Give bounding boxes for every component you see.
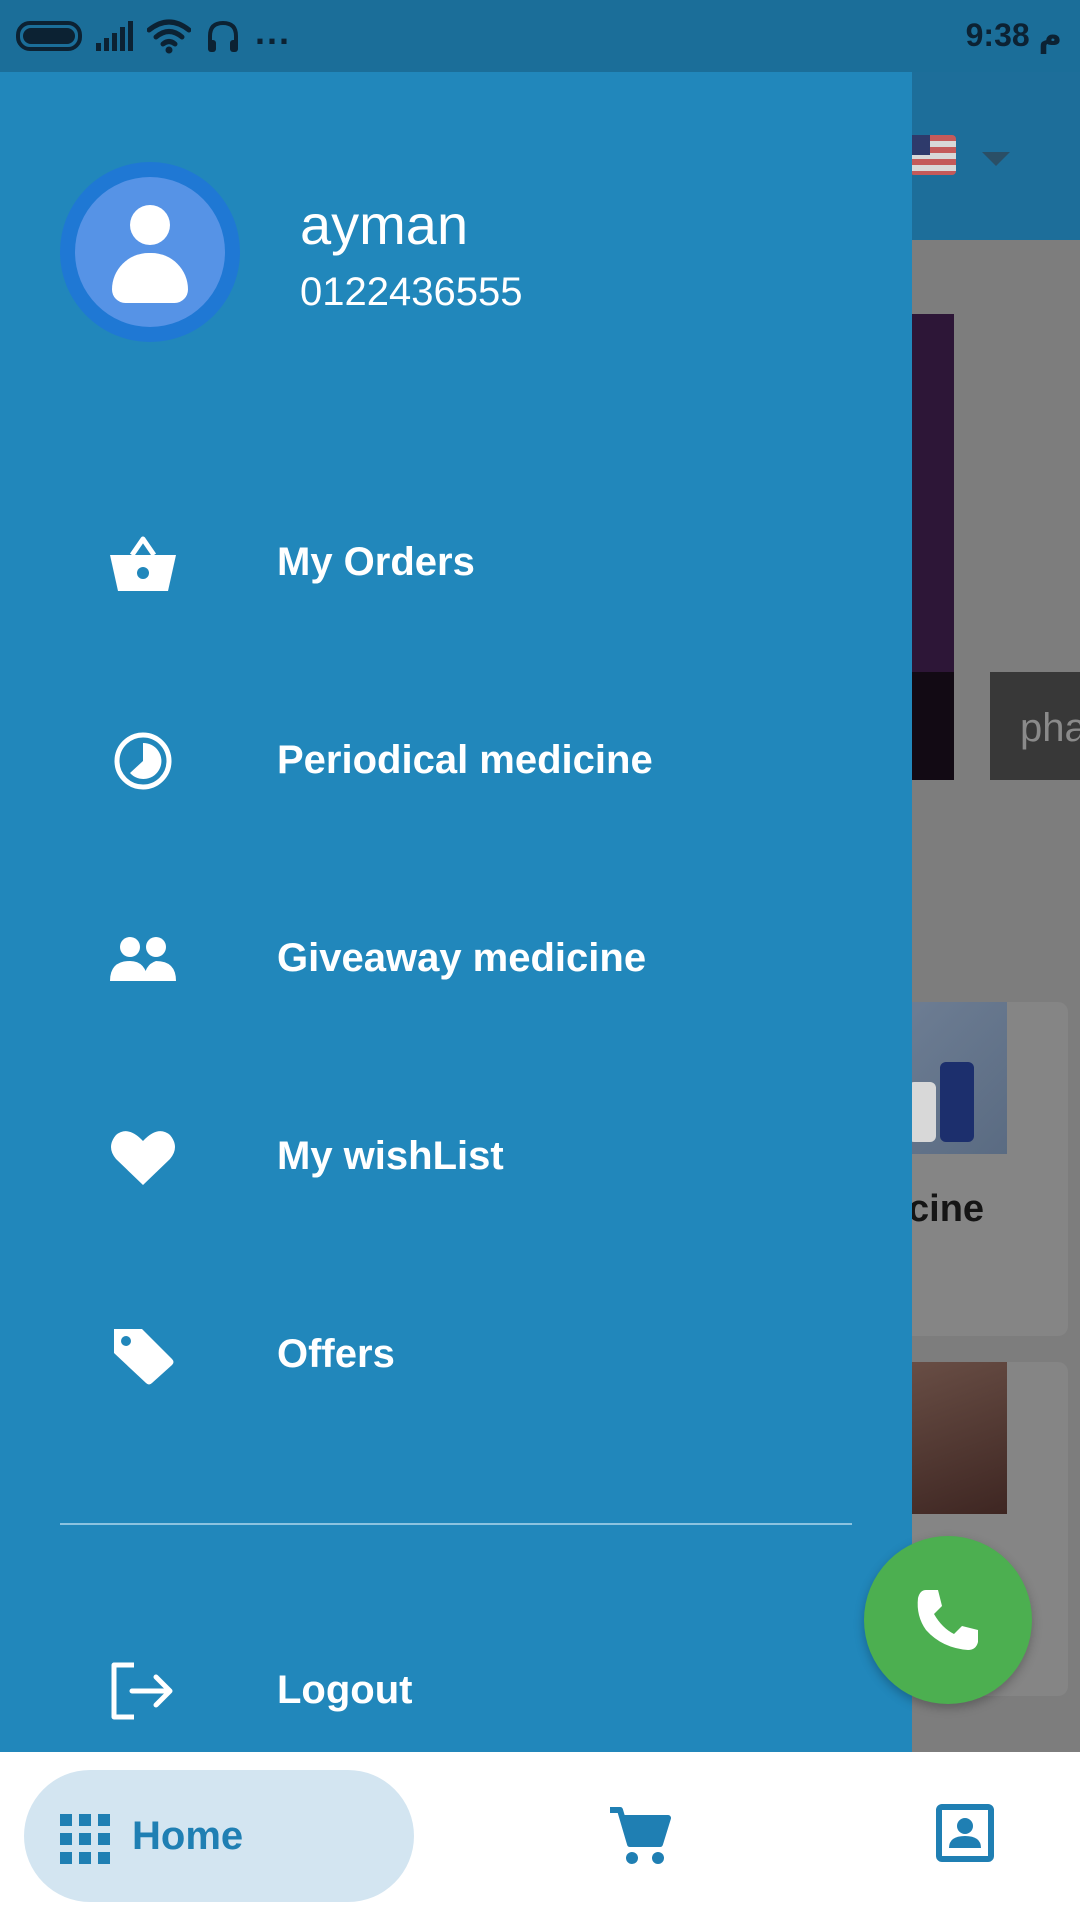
- user-name: ayman: [300, 193, 469, 256]
- menu-item-label: Offers: [277, 1332, 395, 1376]
- headphones-icon: [208, 20, 238, 52]
- user-phone: 0122436555: [300, 270, 523, 314]
- status-icons: ...: [16, 14, 291, 58]
- nav-home[interactable]: Home: [24, 1770, 414, 1902]
- menu-item-label: My Orders: [277, 540, 475, 584]
- avatar[interactable]: [60, 162, 240, 342]
- menu-item-periodical-medicine[interactable]: Periodical medicine: [0, 686, 912, 836]
- heart-icon: [111, 1131, 175, 1185]
- divider: [60, 1523, 852, 1525]
- menu-item-my-wishlist[interactable]: My wishList: [0, 1082, 912, 1232]
- status-time: 9:38 م: [965, 17, 1062, 53]
- more-notifications-icon: ...: [255, 11, 292, 52]
- basket-icon: [110, 536, 176, 591]
- contact-card-icon[interactable]: [936, 1804, 994, 1862]
- navigation-drawer: ayman 0122436555 My Orders Periodical me…: [0, 72, 912, 1752]
- menu-item-label: My wishList: [277, 1134, 504, 1178]
- logout-icon: [111, 1662, 173, 1720]
- menu-item-label: Periodical medicine: [277, 738, 653, 782]
- people-icon: [110, 937, 176, 981]
- wifi-icon: [147, 19, 191, 54]
- us-flag-icon[interactable]: [910, 135, 956, 175]
- background-chip[interactable]: pha: [990, 672, 1080, 780]
- menu-item-label: Giveaway medicine: [277, 936, 647, 980]
- menu-item-offers[interactable]: Offers: [0, 1280, 912, 1430]
- phone-icon: [917, 1590, 978, 1650]
- background-card-label: cine: [908, 1188, 985, 1230]
- menu-item-label: Logout: [277, 1668, 413, 1712]
- chevron-down-icon[interactable]: [982, 152, 1010, 166]
- nav-home-label: Home: [132, 1814, 244, 1858]
- menu-item-giveaway-medicine[interactable]: Giveaway medicine: [0, 884, 912, 1034]
- battery-icon: [16, 21, 82, 51]
- clock-icon: [114, 732, 172, 790]
- tag-icon: [114, 1329, 174, 1385]
- cart-icon[interactable]: [608, 1804, 672, 1868]
- bottom-navigation: Home: [0, 1752, 1080, 1920]
- user-avatar-icon: [75, 177, 225, 327]
- signal-icon: [96, 21, 133, 51]
- grid-icon: [60, 1814, 110, 1864]
- menu-item-my-orders[interactable]: My Orders: [0, 488, 912, 638]
- status-bar: ... 9:38 م: [0, 0, 1080, 72]
- call-button[interactable]: [864, 1536, 1032, 1704]
- menu-item-logout[interactable]: Logout: [0, 1616, 912, 1766]
